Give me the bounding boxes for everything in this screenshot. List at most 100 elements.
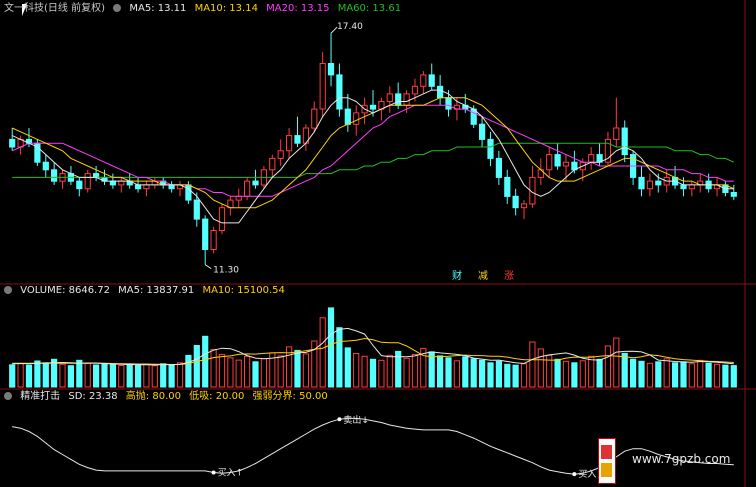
candle [437, 85, 444, 99]
candle [688, 184, 695, 190]
candle [495, 157, 502, 178]
volume-bar [93, 364, 100, 388]
high-price-label: 17.40 [337, 22, 363, 32]
indicator-low-label: 低吸: 20.00 [189, 391, 245, 402]
buy-signal-label: 买入↑ [218, 468, 244, 479]
candle [336, 74, 343, 110]
site-logo [598, 438, 616, 484]
candle [311, 108, 318, 129]
candle [244, 180, 251, 197]
candle [403, 93, 410, 106]
volume-bar [361, 355, 368, 388]
stock-title[interactable]: 文一科技(日线 前复权) [4, 3, 105, 14]
volume-bar [646, 362, 653, 388]
volume-bar [588, 355, 595, 388]
volume-bar [59, 363, 66, 388]
volume-bar [9, 364, 16, 388]
volume-bar [512, 364, 519, 388]
volume-bar [411, 353, 419, 388]
volume-bar [529, 341, 536, 388]
low-marker [204, 264, 212, 270]
candle [84, 173, 91, 190]
volume-bar [688, 363, 695, 388]
indicator-divide-label: 强弱分界: 50.00 [252, 391, 328, 402]
settings-dot-icon[interactable] [4, 392, 12, 400]
volume-bar [562, 360, 570, 388]
volume-bar [76, 359, 83, 388]
volume-bar [579, 360, 586, 388]
candle [445, 97, 452, 110]
volume-bar [344, 347, 351, 388]
volume-bar [244, 355, 251, 388]
volume-bar [336, 327, 343, 388]
candle [588, 154, 595, 163]
ma20-label: MA20: 13.15 [266, 3, 330, 14]
volume-bar [151, 365, 158, 388]
settings-dot-icon[interactable] [113, 4, 122, 12]
candle [562, 161, 570, 167]
volume-bar [713, 363, 721, 388]
volume-bar [680, 361, 687, 388]
candle [168, 184, 175, 190]
ma60-label: MA60: 13.61 [337, 3, 402, 14]
candle [353, 112, 360, 125]
candle [420, 74, 427, 87]
volume-bar [185, 354, 192, 388]
volume-bar [109, 364, 117, 388]
volume-bar [135, 364, 142, 388]
volume-title: VOLUME: 8646.72 [20, 285, 110, 296]
candle [386, 93, 393, 103]
volume-bar [252, 361, 259, 388]
volume-bar [722, 364, 729, 388]
sell-signal-label: 卖出↓ [343, 414, 369, 426]
volume-bar [571, 362, 578, 388]
ma10-label: MA10: 13.14 [194, 3, 258, 14]
sd-line [12, 417, 734, 475]
volume-bar [176, 362, 184, 388]
news-tag-3: 涨 [504, 270, 514, 282]
volume-bar [705, 362, 712, 388]
volume-bar [437, 355, 444, 388]
volume-bar [160, 363, 167, 388]
buy-marker [572, 472, 577, 477]
candle [479, 123, 486, 140]
candle [730, 192, 737, 197]
candle [143, 184, 150, 190]
volume-bar [327, 307, 335, 388]
candle [76, 180, 83, 190]
candle [277, 150, 284, 159]
volume-bar [697, 359, 704, 388]
volume-bar [42, 362, 49, 388]
volume-bar [604, 345, 611, 388]
volume-bar [319, 317, 326, 388]
volume-bar [445, 357, 452, 388]
candle [9, 138, 16, 148]
volume-bar [67, 365, 75, 388]
settings-dot-icon[interactable] [4, 286, 12, 294]
candle [395, 93, 402, 106]
indicator-sd-label: SD: 23.38 [68, 391, 118, 402]
news-tag-1: 财 [452, 269, 462, 282]
candle [294, 135, 301, 144]
volume-bar [235, 359, 242, 388]
volume-ma5-label: MA5: 13837.91 [118, 285, 195, 296]
volume-bar [17, 363, 24, 388]
volume-bar [25, 364, 33, 388]
candle [109, 180, 117, 186]
volume-bar [143, 363, 150, 388]
candle [638, 176, 645, 190]
candle [546, 154, 553, 171]
indicator-title: 精准打击 [20, 391, 61, 402]
candle [252, 180, 259, 186]
volume-bar [655, 361, 662, 388]
stock-chart-canvas: 17.4011.30财减涨卖出↓买入↑ 买入↑ [0, 0, 756, 487]
volume-bar [504, 363, 511, 388]
volume-bar [126, 363, 133, 388]
volume-bar [193, 345, 200, 388]
candle [411, 85, 419, 95]
volume-bar [353, 352, 360, 388]
volume-bar [403, 357, 410, 388]
candle [369, 104, 377, 110]
candle [680, 184, 687, 190]
volume-bar [302, 353, 309, 388]
